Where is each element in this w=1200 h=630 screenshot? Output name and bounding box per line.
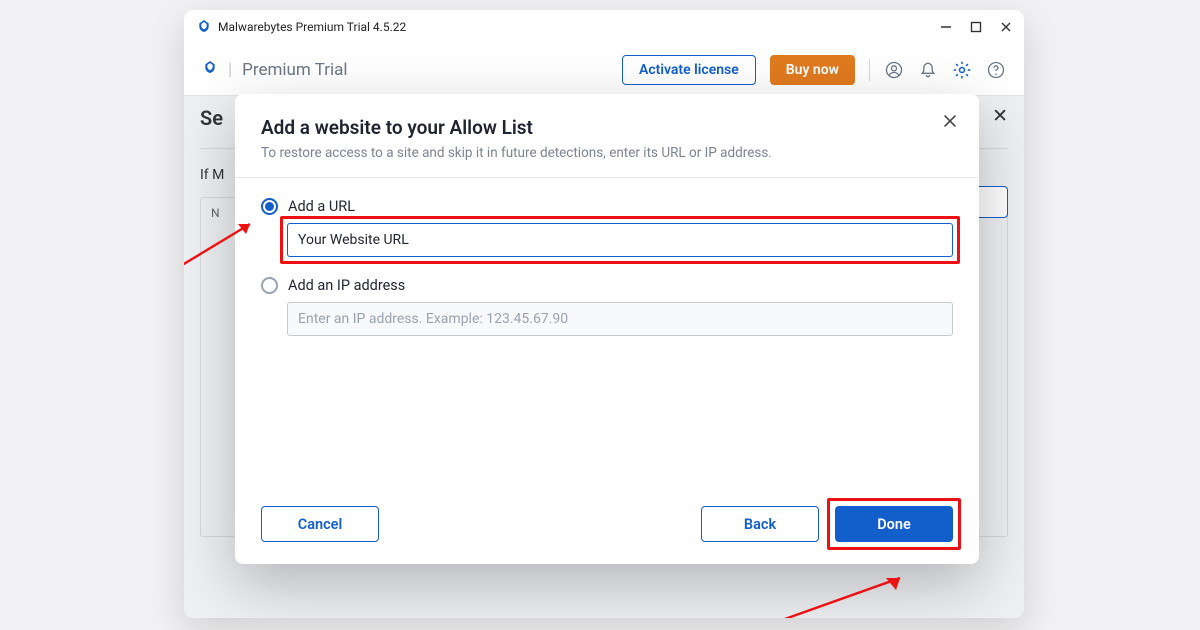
malwarebytes-logo-icon (196, 18, 212, 37)
account-icon[interactable] (884, 60, 904, 80)
buy-now-button[interactable]: Buy now (770, 55, 855, 85)
modal-close-button[interactable] (941, 112, 961, 132)
modal-title: Add a website to your Allow List (261, 116, 953, 139)
header-separator (869, 59, 870, 81)
radio-ip[interactable] (261, 277, 278, 294)
settings-gear-icon[interactable] (952, 60, 972, 80)
notifications-icon[interactable] (918, 60, 938, 80)
maximize-button[interactable] (970, 21, 982, 33)
minimize-button[interactable] (940, 21, 952, 33)
option-add-url[interactable]: Add a URL (261, 198, 953, 215)
malwarebytes-logo-icon (202, 59, 218, 80)
modal-rule (235, 177, 979, 178)
option-ip-label: Add an IP address (288, 277, 405, 294)
close-window-button[interactable] (1000, 21, 1012, 33)
app-window: Malwarebytes Premium Trial 4.5.22 | Prem… (184, 10, 1024, 618)
back-button[interactable]: Back (701, 506, 819, 542)
titlebar: Malwarebytes Premium Trial 4.5.22 (184, 10, 1024, 44)
radio-url[interactable] (261, 198, 278, 215)
help-icon[interactable] (986, 60, 1006, 80)
add-website-modal: Add a website to your Allow List To rest… (235, 94, 979, 564)
activate-license-button[interactable]: Activate license (622, 55, 756, 85)
cancel-button[interactable]: Cancel (261, 506, 379, 542)
app-header: | Premium Trial Activate license Buy now (184, 44, 1024, 96)
option-url-label: Add a URL (288, 198, 355, 215)
modal-subtitle: To restore access to a site and skip it … (261, 145, 953, 161)
url-input[interactable] (287, 223, 953, 257)
page-close-icon[interactable]: ✕ (992, 106, 1008, 125)
option-add-ip[interactable]: Add an IP address (261, 277, 953, 294)
window-title: Malwarebytes Premium Trial 4.5.22 (218, 20, 406, 34)
ip-input (287, 302, 953, 336)
table-column-fragment: N (211, 206, 220, 220)
header-divider: | (228, 60, 232, 80)
product-label: Premium Trial (242, 60, 347, 80)
done-button[interactable]: Done (835, 506, 953, 542)
